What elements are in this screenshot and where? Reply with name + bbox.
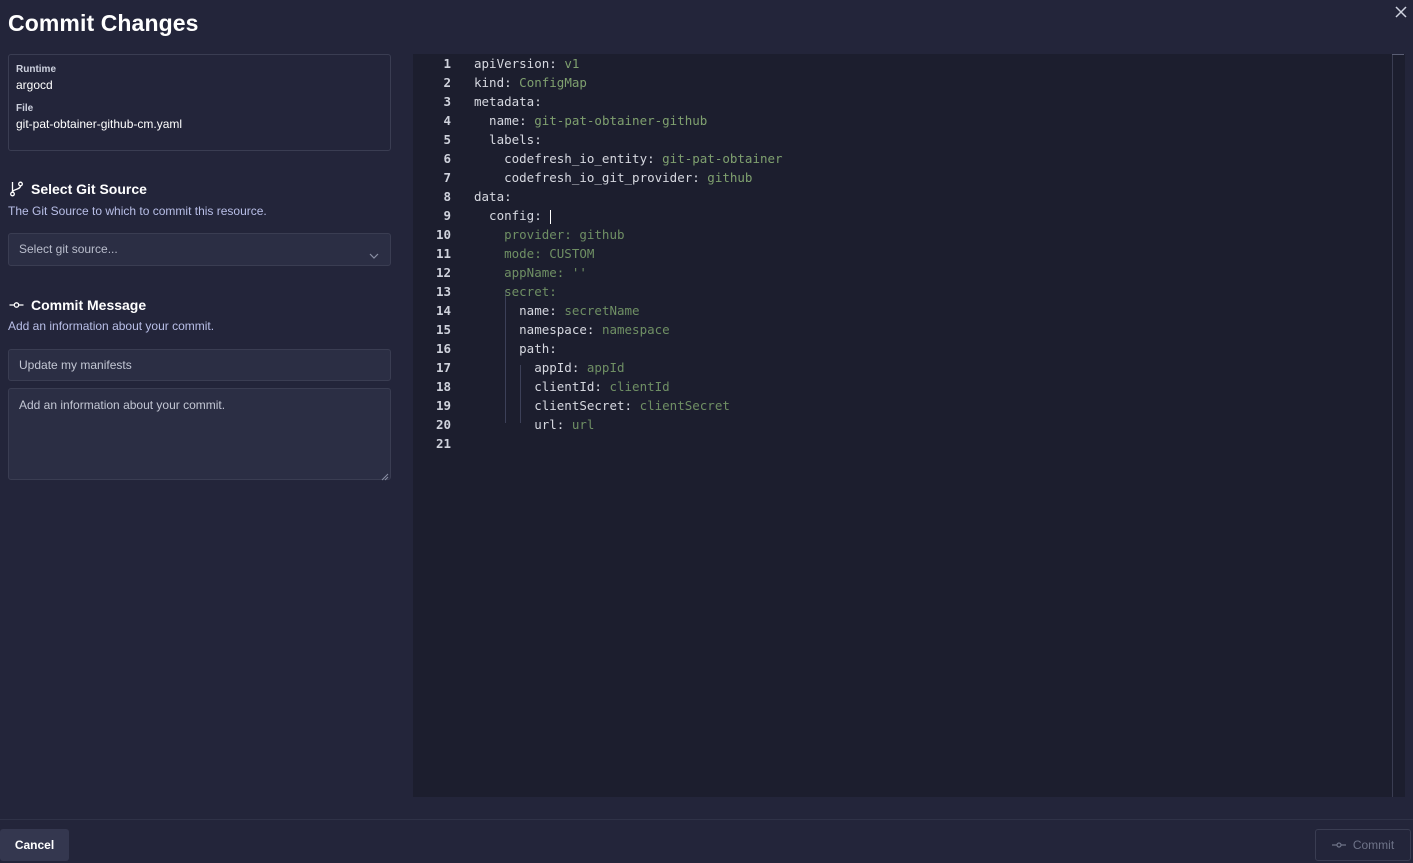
code-text: clientSecret: clientSecret [474,398,730,413]
code-line: 19 clientSecret: clientSecret [413,396,1373,415]
code-text: mode: CUSTOM [474,246,595,261]
code-line: 2 kind: ConfigMap [413,73,1373,92]
chevron-down-icon [368,243,380,259]
code-text: metadata: [474,94,542,109]
code-text: apiVersion: v1 [474,56,580,71]
code-line: 9 config: [413,206,1373,225]
code-line: 8 data: [413,187,1373,206]
line-number: 1 [443,56,451,71]
line-number: 5 [443,132,451,147]
text-cursor [550,209,552,224]
code-line: 16 path: [413,339,1373,358]
code-text: name: git-pat-obtainer-github [474,113,708,128]
commit-button-label: Commit [1352,838,1395,852]
commit-button[interactable]: Commit [1315,829,1411,861]
git-source-description: The Git Source to which to commit this r… [8,204,267,218]
commit-icon [8,297,24,313]
code-text: namespace: namespace [474,322,670,337]
code-line: 14 name: secretName [413,301,1373,320]
line-number: 17 [435,360,451,375]
commit-message-heading-label: Commit Message [31,297,147,313]
code-line: 13 secret: [413,282,1373,301]
file-label: File [16,103,34,114]
commit-icon [1331,840,1346,850]
code-text: kind: ConfigMap [474,75,587,90]
line-number: 16 [435,341,451,356]
line-number: 15 [435,322,451,337]
code-text: name: secretName [474,303,640,318]
runtime-label: Runtime [16,64,56,75]
code-text: codefresh_io_git_provider: github [474,170,753,185]
code-text: provider: github [474,227,625,242]
line-number: 2 [443,75,451,90]
code-text: codefresh_io_entity: git-pat-obtainer [474,151,783,166]
line-number: 20 [435,417,451,432]
line-number: 9 [443,208,451,223]
runtime-value: argocd [16,78,53,92]
line-number: 19 [435,398,451,413]
resize-grip-icon[interactable] [381,470,389,481]
code-text: secret: [474,284,557,299]
code-line: 6 codefresh_io_entity: git-pat-obtainer [413,149,1373,168]
yaml-code-editor[interactable]: 1 apiVersion: v1 2 kind: ConfigMap 3 metadata… [413,54,1405,797]
code-text: path: [474,341,557,356]
code-line: 4 name: git-pat-obtainer-github [413,111,1373,130]
line-number: 21 [435,436,451,451]
code-text: data: [474,189,512,204]
commit-message-heading: Commit Message [8,297,146,313]
line-number: 7 [443,170,451,185]
line-number: 14 [435,303,451,318]
code-line: 5 labels: [413,130,1373,149]
code-text: appId: appId [474,360,625,375]
code-text: url: url [474,417,595,432]
code-text: labels: [474,132,542,147]
resource-info-box: Runtime argocd File git-pat-obtainer-git… [8,54,391,151]
git-branch-icon [8,181,24,197]
commit-message-description: Add an information about your commit. [8,319,215,333]
line-number: 10 [435,227,451,242]
line-number: 12 [435,265,451,280]
line-number: 3 [443,94,451,109]
editor-scrollbar[interactable] [1392,54,1393,797]
git-source-select[interactable]: Select git source... [8,233,391,266]
code-line: 20 url: url [413,415,1373,434]
code-line: 10 provider: github [413,225,1373,244]
code-line: 11 mode: CUSTOM [413,244,1373,263]
line-number: 4 [443,113,451,128]
code-line: 15 namespace: namespace [413,320,1373,339]
editor-scrollbar-thumb[interactable] [1392,54,1404,55]
commit-details-placeholder: Add an information about your commit. [19,398,226,412]
commit-summary-placeholder: Update my manifests [19,358,132,372]
line-number: 13 [435,284,451,299]
cancel-button[interactable]: Cancel [0,829,69,861]
git-source-select-placeholder: Select git source... [19,242,118,256]
commit-summary-input[interactable]: Update my manifests [8,349,391,381]
code-line: 7 codefresh_io_git_provider: github [413,168,1373,187]
code-text: appName: '' [474,265,587,280]
git-source-heading: Select Git Source [8,181,147,197]
line-number: 8 [443,189,451,204]
code-line: 1 apiVersion: v1 [413,54,1373,73]
code-line: 18 clientId: clientId [413,377,1373,396]
code-line: 17 appId: appId [413,358,1373,377]
code-line: 21 [413,434,1373,453]
line-number: 6 [443,151,451,166]
close-icon[interactable] [1391,2,1411,22]
line-number: 18 [435,379,451,394]
code-text: config: [474,206,552,225]
git-source-heading-label: Select Git Source [31,181,147,197]
dialog-title: Commit Changes [8,10,199,36]
code-line: 3 metadata: [413,92,1373,111]
code-text: clientId: clientId [474,379,670,394]
code-line: 12 appName: '' [413,263,1373,282]
commit-details-textarea[interactable]: Add an information about your commit. [8,388,391,481]
line-number: 11 [435,246,451,261]
footer-divider [0,819,1413,820]
file-value: git-pat-obtainer-github-cm.yaml [16,117,183,131]
